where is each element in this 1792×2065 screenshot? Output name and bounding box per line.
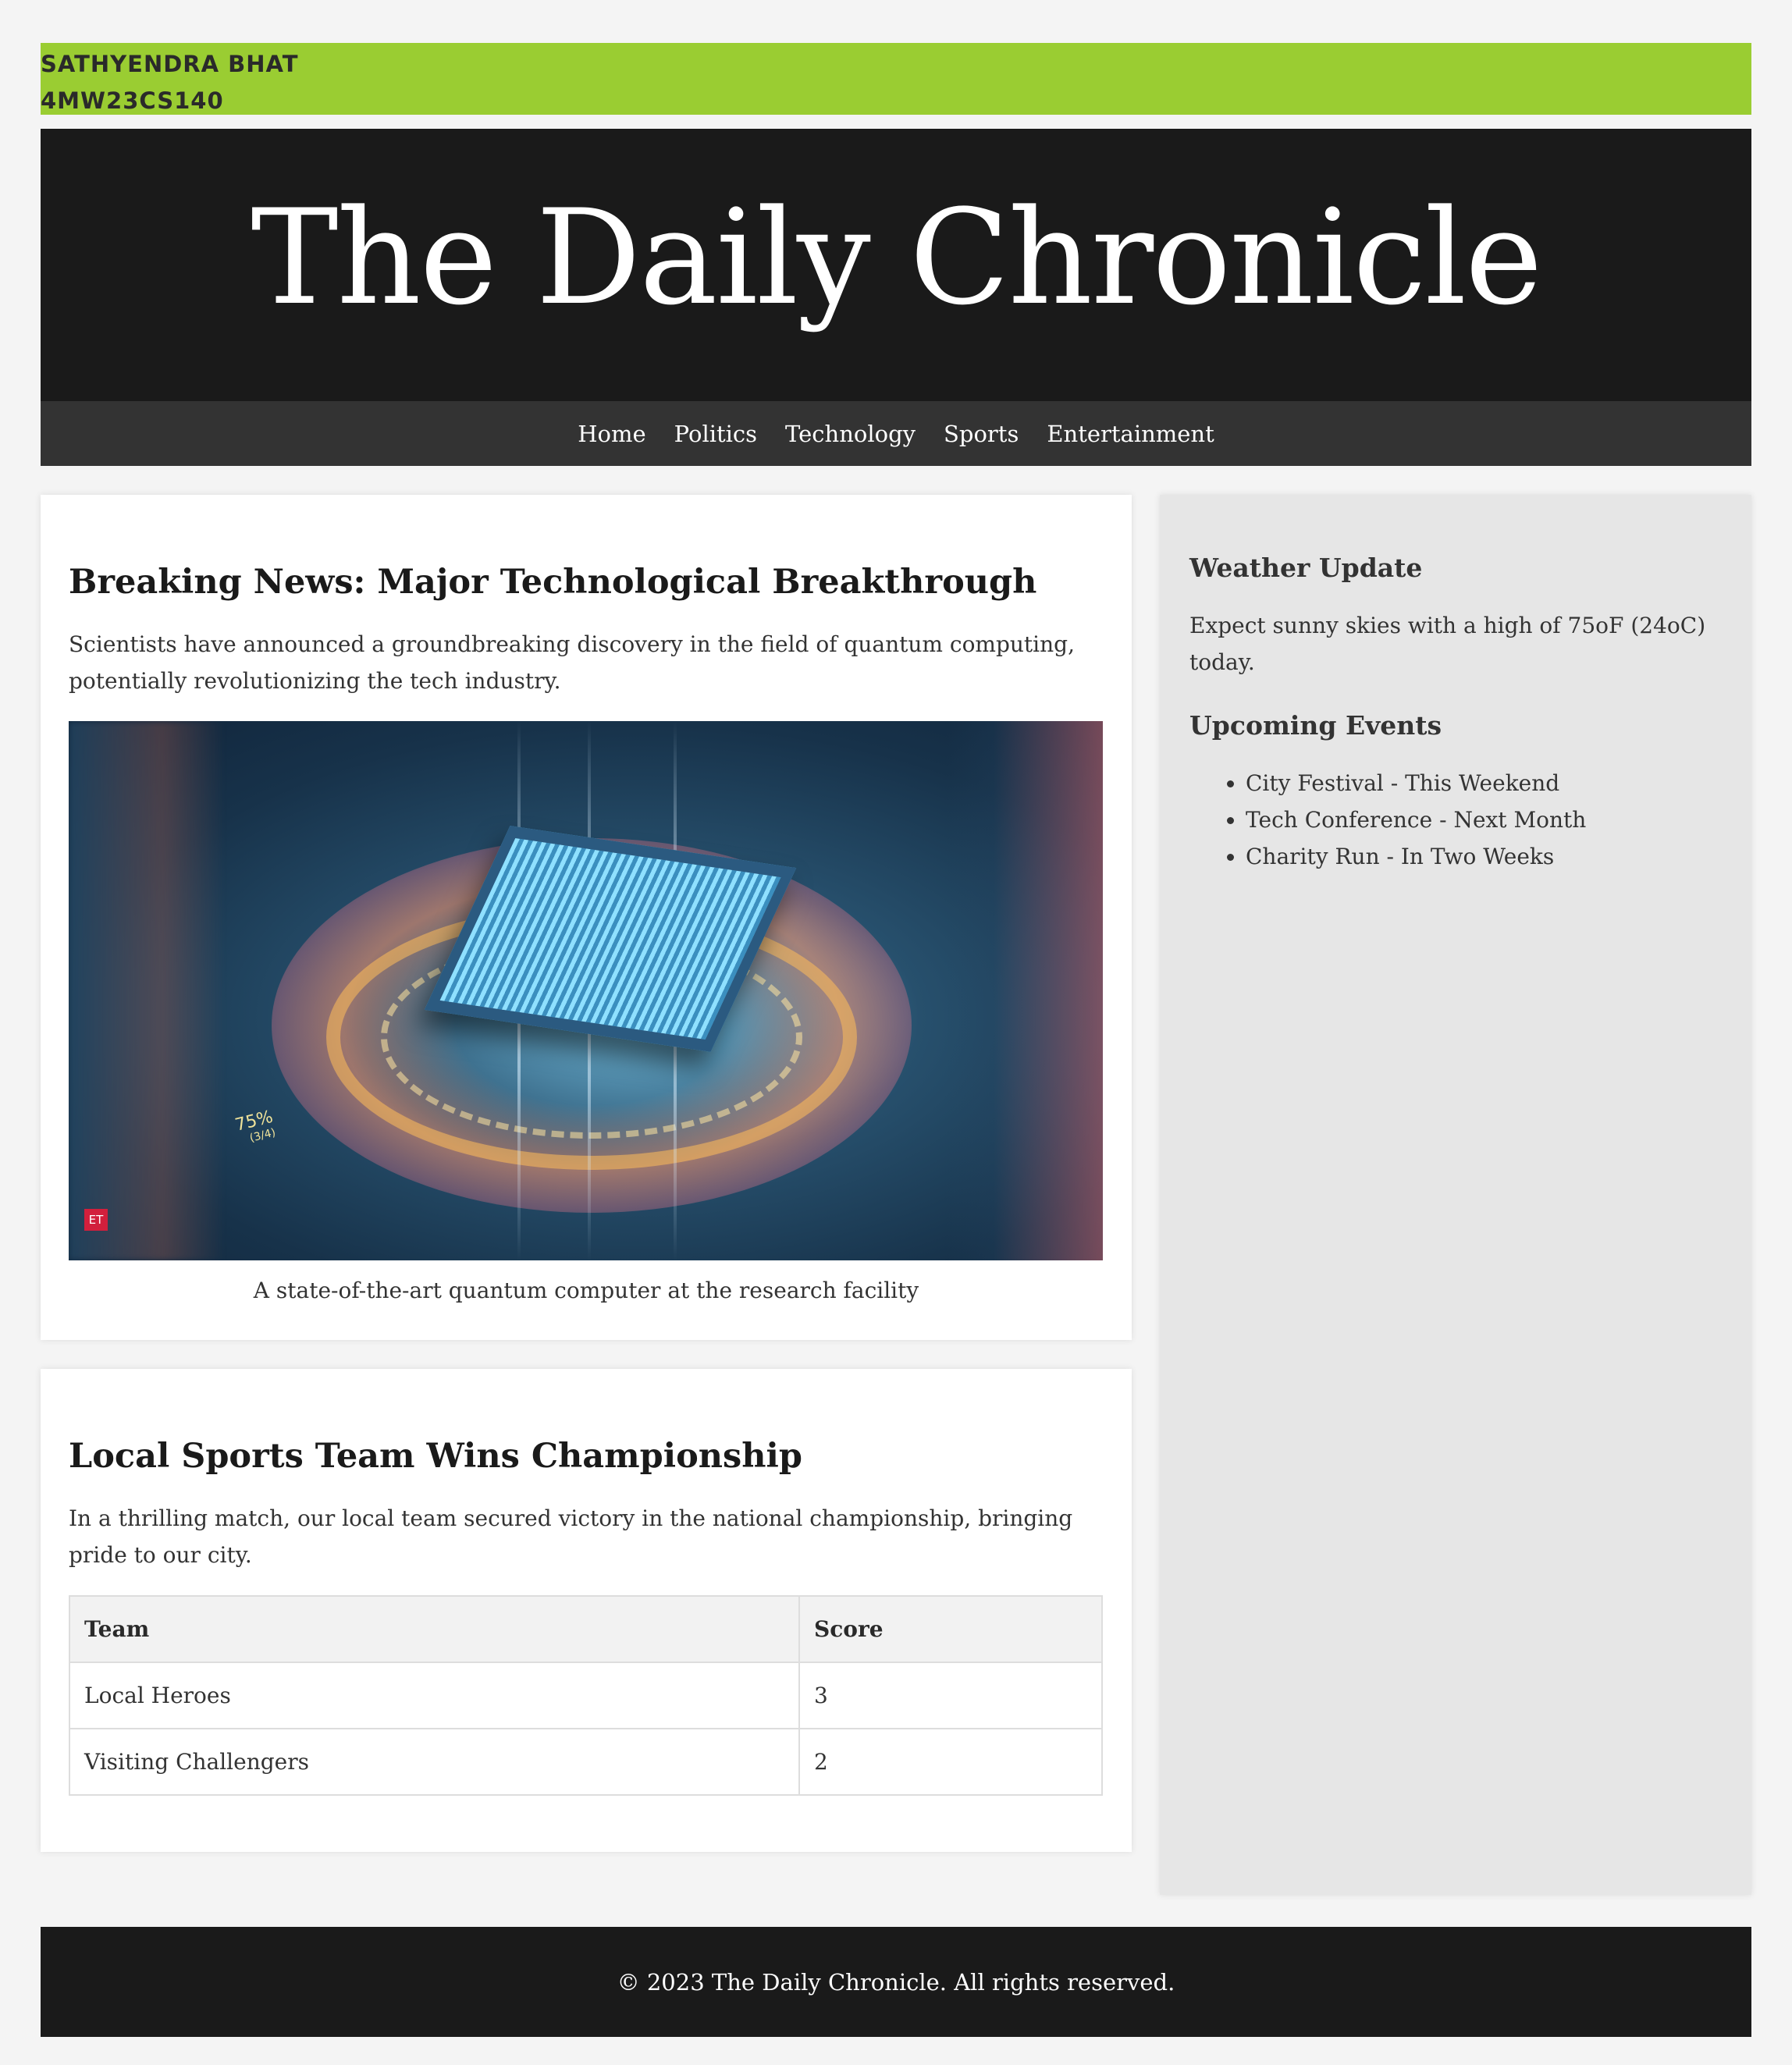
footer-copyright: © 2023 The Daily Chronicle. All rights r…: [617, 1968, 1175, 1996]
quantum-computer-image: 75% (3/4) ET: [69, 721, 1103, 1260]
image-left-blur: [69, 721, 225, 1260]
article-headline: Local Sports Team Wins Championship: [69, 1437, 802, 1476]
list-item: City Festival - This Weekend: [1246, 765, 1722, 801]
sidebar: Weather Update Expect sunny skies with a…: [1160, 495, 1751, 1895]
masthead: The Daily Chronicle: [41, 129, 1751, 401]
student-banner: SATHYENDRA BHAT 4MW23CS140: [41, 43, 1751, 115]
table-row: Visiting Challengers 2: [69, 1728, 1103, 1796]
main-nav: Home Politics Technology Sports Entertai…: [41, 401, 1751, 466]
nav-politics[interactable]: Politics: [674, 421, 757, 447]
score-table: Team Score Local Heroes 3 Visiting Chall…: [69, 1595, 1103, 1796]
image-right-blur: [947, 721, 1103, 1260]
table-header-score: Score: [798, 1595, 1103, 1663]
score-cell: 3: [798, 1662, 1103, 1729]
team-cell: Local Heroes: [69, 1662, 800, 1729]
article-sports: Local Sports Team Wins Championship In a…: [41, 1369, 1132, 1852]
nav-entertainment[interactable]: Entertainment: [1047, 421, 1214, 447]
list-item: Tech Conference - Next Month: [1246, 801, 1722, 838]
article-body: Scientists have announced a groundbreaki…: [69, 631, 1075, 694]
table-row: Local Heroes 3: [69, 1662, 1103, 1729]
nav-technology[interactable]: Technology: [785, 421, 916, 447]
weather-text: Expect sunny skies with a high of 75oF (…: [1189, 613, 1706, 675]
footer: © 2023 The Daily Chronicle. All rights r…: [41, 1927, 1751, 2037]
image-caption: A state-of-the-art quantum computer at t…: [253, 1278, 919, 1303]
nav-sports[interactable]: Sports: [944, 421, 1019, 447]
article-tech: Breaking News: Major Technological Break…: [41, 495, 1132, 1340]
page-wrapper: SATHYENDRA BHAT 4MW23CS140 The Daily Chr…: [41, 43, 1751, 1895]
student-id: 4MW23CS140: [41, 87, 224, 114]
content-area: Breaking News: Major Technological Break…: [41, 495, 1751, 1895]
nav-home[interactable]: Home: [578, 421, 645, 447]
events-heading: Upcoming Events: [1189, 710, 1442, 741]
table-header-team: Team: [69, 1595, 800, 1663]
score-cell: 2: [798, 1728, 1103, 1796]
events-list: City Festival - This Weekend Tech Confer…: [1189, 765, 1722, 875]
article-headline: Breaking News: Major Technological Break…: [69, 563, 1037, 602]
table-header-row: Team Score: [69, 1595, 1103, 1663]
weather-heading: Weather Update: [1189, 553, 1423, 583]
team-cell: Visiting Challengers: [69, 1728, 800, 1796]
main-column: Breaking News: Major Technological Break…: [41, 495, 1132, 1881]
article-figure: 75% (3/4) ET A state-of-the-art quantum …: [69, 721, 1104, 1312]
et-logo-badge: ET: [84, 1209, 108, 1231]
student-name: SATHYENDRA BHAT: [41, 51, 299, 77]
image-overlay-percent: 75% (3/4): [233, 1107, 278, 1148]
article-body: In a thrilling match, our local team sec…: [69, 1505, 1073, 1568]
site-title: The Daily Chronicle: [251, 180, 1542, 334]
list-item: Charity Run - In Two Weeks: [1246, 838, 1722, 875]
